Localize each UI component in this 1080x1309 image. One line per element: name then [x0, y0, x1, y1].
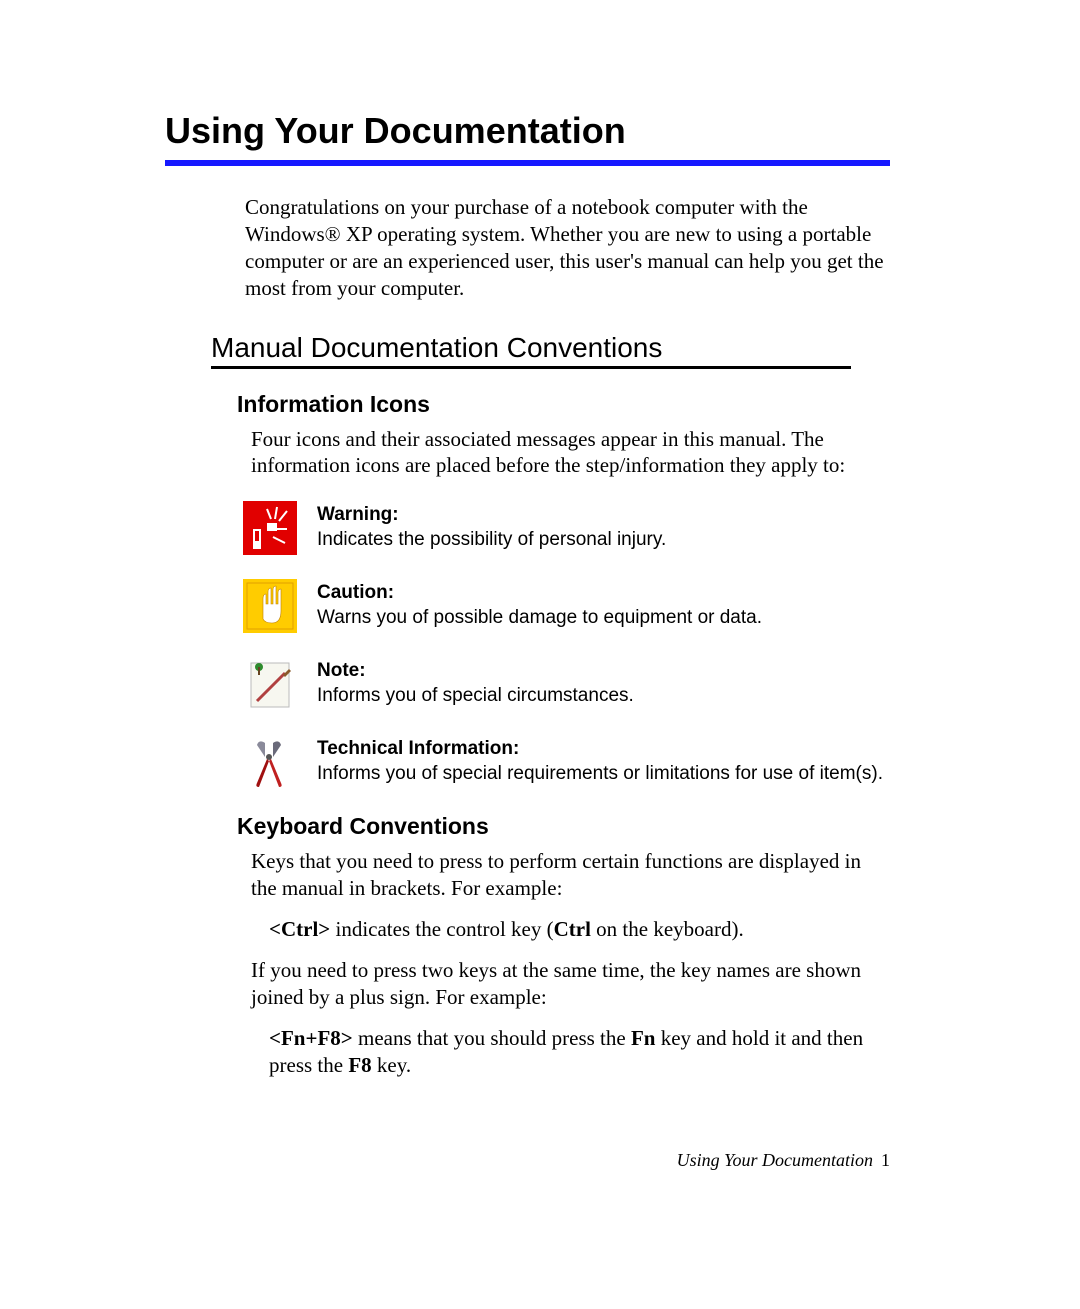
fnf8-key: <Fn+F8>	[269, 1026, 353, 1050]
note-icon	[243, 657, 297, 711]
ex1-mid: indicates the control key (	[330, 917, 553, 941]
fn-bold: Fn	[631, 1026, 656, 1050]
note-desc: Informs you of special circumstances.	[317, 685, 634, 706]
caution-label: Caution:	[317, 582, 394, 603]
chapter-title: Using Your Documentation	[165, 110, 890, 152]
title-rule	[165, 160, 890, 166]
information-icons-intro: Four icons and their associated messages…	[251, 426, 890, 480]
warning-label: Warning:	[317, 504, 399, 525]
caution-icon	[243, 579, 297, 633]
note-label: Note:	[317, 660, 366, 681]
warning-icon	[243, 501, 297, 555]
tech-info-icon	[243, 735, 297, 789]
note-row: Note: Informs you of special circumstanc…	[243, 657, 890, 711]
section-rule	[211, 366, 851, 369]
keyboard-example-1: <Ctrl> indicates the control key (Ctrl o…	[269, 916, 890, 943]
keyboard-p1: Keys that you need to press to perform c…	[251, 848, 890, 902]
warning-text: Warning: Indicates the possibility of pe…	[317, 501, 666, 552]
section-heading: Manual Documentation Conventions	[211, 332, 890, 364]
page-footer: Using Your Documentation 1	[165, 1150, 890, 1171]
ex2-c: key.	[372, 1053, 411, 1077]
caution-desc: Warns you of possible damage to equipmen…	[317, 607, 762, 628]
document-page: Using Your Documentation Congratulations…	[0, 0, 1080, 1231]
keyboard-example-2: <Fn+F8> means that you should press the …	[269, 1025, 890, 1080]
caution-text: Caution: Warns you of possible damage to…	[317, 579, 762, 630]
ctrl-key: <Ctrl>	[269, 917, 330, 941]
ctrl-bold: Ctrl	[554, 917, 591, 941]
keyboard-p2: If you need to press two keys at the sam…	[251, 957, 890, 1011]
f8-bold: F8	[348, 1053, 371, 1077]
information-icons-heading: Information Icons	[237, 391, 890, 418]
intro-paragraph: Congratulations on your purchase of a no…	[245, 194, 890, 302]
note-text: Note: Informs you of special circumstanc…	[317, 657, 634, 708]
ex2-a: means that you should press the	[353, 1026, 631, 1050]
keyboard-conventions-heading: Keyboard Conventions	[237, 813, 890, 840]
tech-info-desc: Informs you of special requirements or l…	[317, 763, 883, 784]
footer-text: Using Your Documentation	[677, 1150, 873, 1170]
warning-desc: Indicates the possibility of personal in…	[317, 529, 666, 550]
warning-row: Warning: Indicates the possibility of pe…	[243, 501, 890, 555]
ex1-end: on the keyboard).	[591, 917, 744, 941]
tech-info-label: Technical Information:	[317, 738, 519, 759]
caution-row: Caution: Warns you of possible damage to…	[243, 579, 890, 633]
tech-info-text: Technical Information: Informs you of sp…	[317, 735, 883, 786]
tech-info-row: Technical Information: Informs you of sp…	[243, 735, 890, 789]
footer-page-number: 1	[881, 1150, 890, 1170]
